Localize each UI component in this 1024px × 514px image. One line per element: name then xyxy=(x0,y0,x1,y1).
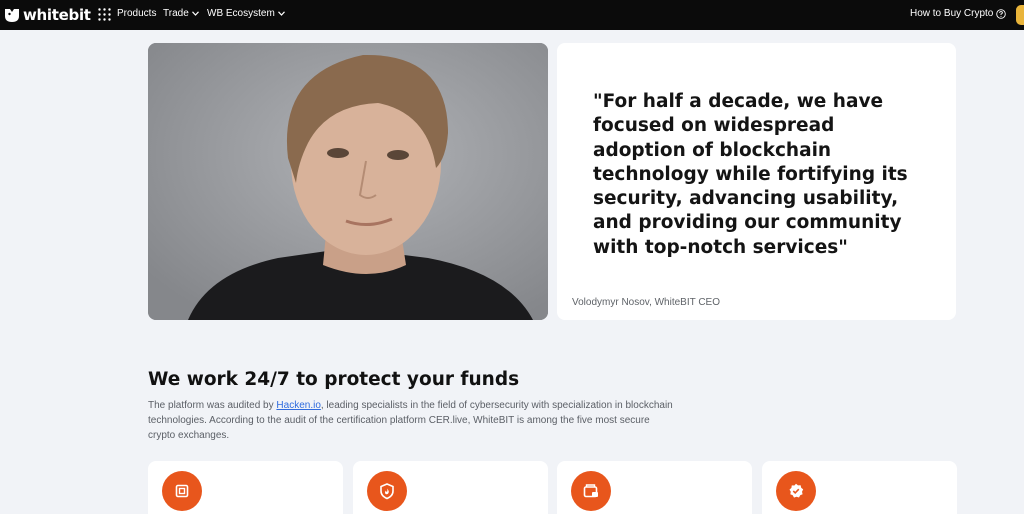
how-to-buy-crypto-link[interactable]: How to Buy Crypto xyxy=(910,8,1007,19)
nav-trade-label: Trade xyxy=(163,8,189,19)
question-circle-icon xyxy=(996,8,1007,19)
whitebit-logo[interactable]: whitebit xyxy=(4,6,91,24)
chevron-down-icon xyxy=(191,11,199,16)
account-button[interactable] xyxy=(1016,5,1024,25)
chevron-down-icon xyxy=(277,11,285,16)
apps-grid-icon[interactable] xyxy=(98,8,111,21)
feature-icon-2 xyxy=(367,471,407,511)
feature-icon-3 xyxy=(571,471,611,511)
nav-wb-ecosystem[interactable]: WB Ecosystem xyxy=(207,8,285,19)
logo-text: whitebit xyxy=(23,6,91,24)
chip-icon xyxy=(175,484,189,498)
how-to-buy-crypto-label: How to Buy Crypto xyxy=(910,8,994,19)
ceo-portrait-image xyxy=(148,43,548,320)
nav-wb-ecosystem-label: WB Ecosystem xyxy=(207,8,275,19)
badge-check-icon xyxy=(789,483,804,498)
nav-trade[interactable]: Trade xyxy=(163,8,199,19)
shield-fire-icon xyxy=(380,483,394,500)
nav-products-label: Products xyxy=(117,8,157,19)
feature-card-3 xyxy=(557,461,752,514)
section-description: The platform was audited by Hacken.io, l… xyxy=(148,398,678,443)
feature-card-4 xyxy=(762,461,957,514)
whitebit-logo-icon xyxy=(5,9,19,22)
feature-icon-1 xyxy=(162,471,202,511)
description-intro: The platform was audited by xyxy=(148,400,277,411)
nav-products[interactable]: Products xyxy=(117,8,156,19)
ceo-quote-card: "For half a decade, we have focused on w… xyxy=(557,43,956,320)
section-title: We work 24/7 to protect your funds xyxy=(148,369,520,390)
wallet-icon xyxy=(583,484,598,498)
top-navigation-bar: whitebit Products Trade WB Ecosystem How… xyxy=(0,0,1024,30)
feature-icon-4 xyxy=(776,471,816,511)
hacken-link[interactable]: Hacken.io xyxy=(276,400,320,411)
ceo-photo xyxy=(148,43,548,320)
quote-author: Volodymyr Nosov, WhiteBIT CEO xyxy=(572,297,721,308)
ceo-quote-text: "For half a decade, we have focused on w… xyxy=(593,91,908,258)
feature-card-1 xyxy=(148,461,343,514)
feature-card-2 xyxy=(353,461,548,514)
